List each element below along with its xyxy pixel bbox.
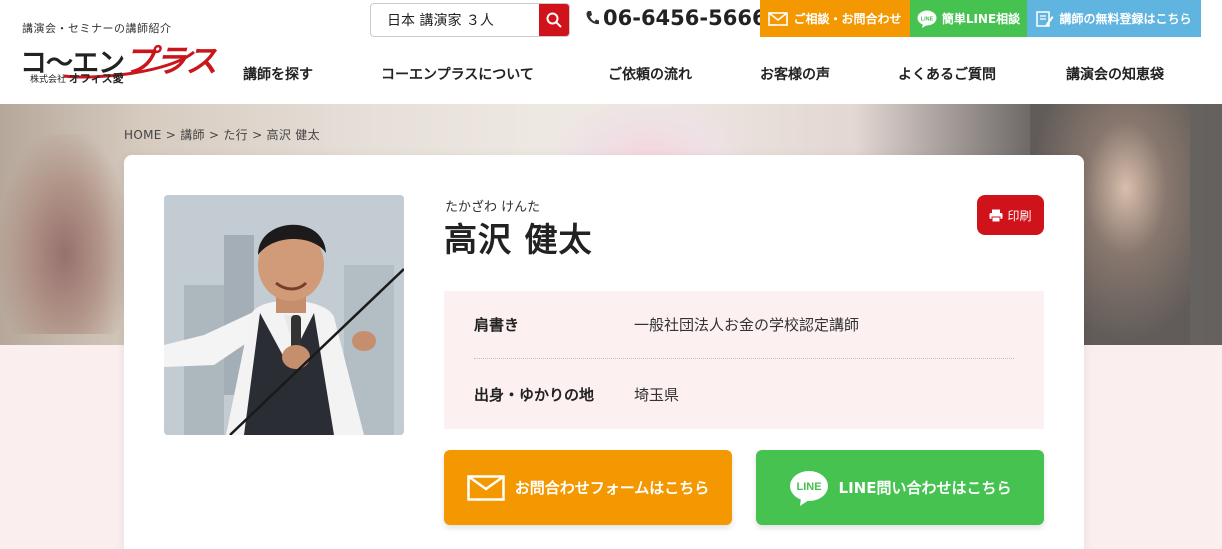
info-row-title: 肩書き 一般社団法人お金の学校認定講師: [474, 291, 1014, 359]
print-button-label: 印刷: [1007, 208, 1032, 223]
profile-info-table: 肩書き 一般社団法人お金の学校認定講師 出身・ゆかりの地 埼玉県: [444, 291, 1044, 429]
nav-item-about[interactable]: コーエンプラスについて: [381, 64, 534, 84]
line-badge-text: LINE: [796, 481, 821, 493]
print-button[interactable]: 印刷: [977, 195, 1044, 235]
breadcrumb[interactable]: HOME > 講師 > た行 > 高沢 健太: [124, 126, 320, 143]
register-icon: [1036, 10, 1054, 27]
contact-form-button[interactable]: お問合わせフォームはこちら: [444, 450, 732, 525]
phone-text: 06-6456-5666: [603, 6, 767, 30]
nav-item-tips[interactable]: 講演会の知恵袋: [1066, 64, 1164, 84]
printer-icon: [989, 209, 1003, 222]
nav-item-find-speaker[interactable]: 講師を探す: [243, 64, 313, 84]
speaker-photo-image: [164, 195, 404, 435]
main-nav: 講師を探す コーエンプラスについて ご依頼の流れ お客様の声 よくあるご質問 講…: [0, 64, 1222, 84]
speaker-name: 高沢 健太: [444, 220, 593, 259]
line-icon: LINE: [789, 470, 828, 506]
register-button[interactable]: 講師の無料登録はこちら: [1027, 0, 1201, 37]
mail-icon: [768, 11, 789, 26]
site-header: 講演会・セミナーの講師紹介 コ〜エンプラス 株式会社 オフィス愛 06-6456…: [0, 0, 1222, 104]
info-label: 肩書き: [474, 316, 520, 334]
phone-icon: [586, 11, 599, 25]
mail-icon: [466, 474, 505, 501]
info-value: 埼玉県: [634, 385, 680, 404]
search-button[interactable]: [539, 4, 569, 36]
info-label: 出身・ゆかりの地: [474, 385, 595, 404]
line-icon: LINE: [917, 10, 937, 28]
line-inquiry-button[interactable]: LINE LINE問い合わせはこちら: [756, 450, 1044, 525]
nav-item-request-flow[interactable]: ご依頼の流れ: [608, 64, 692, 84]
line-consult-label: 簡単LINE相談: [941, 12, 1021, 26]
nav-item-voices[interactable]: お客様の声: [760, 64, 830, 84]
profile-card: たかざわ けんた 高沢 健太 印刷 肩書き 一般社団法人お金の学校認定講師 出身…: [124, 155, 1084, 549]
search-icon: [546, 12, 562, 28]
phone-number[interactable]: 06-6456-5666: [585, 6, 767, 30]
speaker-photo: [164, 195, 404, 435]
logo-tagline: 講演会・セミナーの講師紹介: [22, 22, 172, 35]
line-consult-button[interactable]: LINE 簡単LINE相談: [910, 0, 1027, 37]
register-button-label: 講師の無料登録はこちら: [1059, 12, 1192, 26]
svg-text:LINE: LINE: [921, 16, 934, 22]
line-inquiry-label: LINE問い合わせはこちら: [838, 479, 1012, 497]
info-value: 一般社団法人お金の学校認定講師: [634, 316, 860, 334]
search-input[interactable]: [371, 4, 539, 36]
contact-form-label: お問合わせフォームはこちら: [514, 479, 710, 497]
contact-button[interactable]: ご相談・お問合わせ: [760, 0, 910, 37]
nav-item-faq[interactable]: よくあるご質問: [898, 64, 996, 84]
search-box: [370, 3, 570, 37]
info-row-origin: 出身・ゆかりの地 埼玉県: [474, 360, 1014, 428]
contact-button-label: ご相談・お問合わせ: [793, 12, 902, 26]
